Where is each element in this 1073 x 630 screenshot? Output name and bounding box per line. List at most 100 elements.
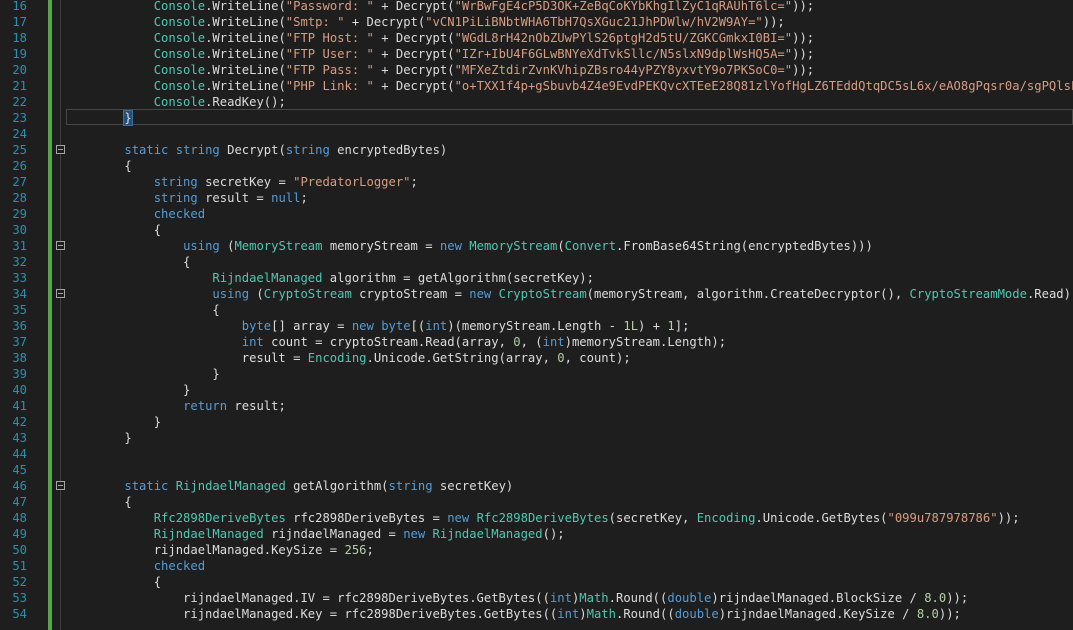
code-line[interactable]: 32 { — [0, 254, 1073, 270]
code-line[interactable]: 43 } — [0, 430, 1073, 446]
code-line[interactable]: 19 Console.WriteLine("FTP User: " + Decr… — [0, 46, 1073, 62]
code-text[interactable]: } — [95, 414, 161, 430]
code-text[interactable]: RijndaelManaged algorithm = getAlgorithm… — [95, 270, 594, 286]
code-text[interactable]: checked — [95, 206, 205, 222]
code-text[interactable]: Console.ReadKey(); — [95, 94, 286, 110]
code-text[interactable]: { — [95, 302, 220, 318]
code-line[interactable]: 31 using (MemoryStream memoryStream = ne… — [0, 238, 1073, 254]
code-text[interactable]: rijndaelManaged.KeySize = 256; — [95, 542, 374, 558]
code-line[interactable]: 52 { — [0, 574, 1073, 590]
code-editor[interactable]: 16 Console.WriteLine("Password: " + Decr… — [0, 0, 1073, 630]
code-token: RijndaelManaged — [175, 479, 286, 493]
code-line[interactable]: 28 string result = null; — [0, 190, 1073, 206]
code-line[interactable]: 41 return result; — [0, 398, 1073, 414]
code-line[interactable]: 46 static RijndaelManaged getAlgorithm(s… — [0, 478, 1073, 494]
code-line[interactable]: 29 checked — [0, 206, 1073, 222]
collapse-icon[interactable] — [56, 241, 65, 250]
line-number: 33 — [12, 271, 27, 285]
code-line[interactable]: 39 } — [0, 366, 1073, 382]
line-number: 52 — [12, 575, 27, 589]
code-line[interactable]: 53 rijndaelManaged.IV = rfc2898DeriveByt… — [0, 590, 1073, 606]
code-text[interactable]: string result = null; — [95, 190, 308, 206]
code-line[interactable]: 18 Console.WriteLine("FTP Host: " + Decr… — [0, 30, 1073, 46]
code-text[interactable]: Console.WriteLine("FTP Pass: " + Decrypt… — [95, 62, 814, 78]
code-line[interactable]: 38 result = Encoding.Unicode.GetString(a… — [0, 350, 1073, 366]
code-line[interactable]: 27 string secretKey = "PredatorLogger"; — [0, 174, 1073, 190]
code-token: MemoryStream — [234, 239, 323, 253]
code-text[interactable]: string secretKey = "PredatorLogger"; — [95, 174, 418, 190]
code-line[interactable]: 49 RijndaelManaged rijndaelManaged = new… — [0, 526, 1073, 542]
code-text[interactable]: RijndaelManaged rijndaelManaged = new Ri… — [95, 526, 565, 542]
code-line[interactable]: 23 } — [0, 109, 1073, 126]
code-text[interactable]: using (CryptoStream cryptoStream = new C… — [95, 286, 1073, 302]
code-line[interactable]: 16 Console.WriteLine("Password: " + Decr… — [0, 0, 1073, 14]
code-text[interactable]: Console.WriteLine("Smtp: " + Decrypt("vC… — [95, 14, 785, 30]
code-token: + Decrypt( — [344, 15, 426, 29]
code-text[interactable]: } — [95, 382, 190, 398]
collapse-icon[interactable] — [56, 289, 65, 298]
code-line[interactable]: 44 — [0, 446, 1073, 462]
code-line[interactable]: 37 int count = cryptoStream.Read(array, … — [0, 334, 1073, 350]
code-line[interactable]: 17 Console.WriteLine("Smtp: " + Decrypt(… — [0, 14, 1073, 30]
code-line[interactable]: 40 } — [0, 382, 1073, 398]
code-text[interactable]: int count = cryptoStream.Read(array, 0, … — [95, 334, 726, 350]
code-text[interactable]: } — [95, 110, 133, 126]
code-text[interactable]: { — [95, 494, 131, 510]
code-token: + Decrypt( — [373, 63, 455, 77]
code-text[interactable]: Console.WriteLine("FTP Host: " + Decrypt… — [95, 30, 814, 46]
code-token: secretKey) — [432, 479, 514, 493]
code-text[interactable]: rijndaelManaged.Key = rfc2898DeriveBytes… — [95, 606, 961, 622]
code-token: Console — [153, 47, 206, 61]
code-line[interactable]: 20 Console.WriteLine("FTP Pass: " + Decr… — [0, 62, 1073, 78]
code-line[interactable]: 50 rijndaelManaged.KeySize = 256; — [0, 542, 1073, 558]
code-line[interactable]: 25 static string Decrypt(string encrypte… — [0, 142, 1073, 158]
code-line[interactable]: 22 Console.ReadKey(); — [0, 94, 1073, 110]
code-text[interactable]: Console.WriteLine("PHP Link: " + Decrypt… — [95, 78, 1073, 94]
code-text[interactable]: return result; — [95, 398, 286, 414]
line-number: 17 — [12, 15, 27, 29]
code-text[interactable]: byte[] array = new byte[(int)(memoryStre… — [95, 318, 690, 334]
code-line[interactable]: 34 using (CryptoStream cryptoStream = ne… — [0, 286, 1073, 302]
code-token: [( — [410, 319, 426, 333]
code-line[interactable]: 36 byte[] array = new byte[(int)(memoryS… — [0, 318, 1073, 334]
code-text[interactable]: } — [95, 366, 219, 382]
code-line[interactable]: 24 — [0, 126, 1073, 142]
code-line[interactable]: 45 — [0, 462, 1073, 478]
code-text[interactable]: using (MemoryStream memoryStream = new M… — [95, 238, 873, 254]
code-line[interactable]: 21 Console.WriteLine("PHP Link: " + Decr… — [0, 78, 1073, 94]
code-token: count = cryptoStream.Read(array, — [263, 335, 514, 349]
code-text[interactable]: Console.WriteLine("Password: " + Decrypt… — [95, 0, 814, 14]
code-text[interactable]: static string Decrypt(string encryptedBy… — [95, 142, 447, 158]
code-line[interactable]: 42 } — [0, 414, 1073, 430]
code-token: 0 — [557, 351, 565, 365]
collapse-icon[interactable] — [56, 145, 65, 154]
code-line[interactable]: 48 Rfc2898DeriveBytes rfc2898DeriveBytes… — [0, 510, 1073, 526]
code-text[interactable]: } — [95, 430, 131, 446]
line-number: 50 — [12, 543, 27, 557]
code-text[interactable]: { — [95, 222, 161, 238]
code-token: "FTP Host: " — [285, 31, 374, 45]
code-line[interactable]: 33 RijndaelManaged algorithm = getAlgori… — [0, 270, 1073, 286]
code-line[interactable]: 47 { — [0, 494, 1073, 510]
code-text[interactable]: static RijndaelManaged getAlgorithm(stri… — [95, 478, 513, 494]
code-text[interactable]: { — [95, 574, 161, 590]
code-line[interactable]: 35 { — [0, 302, 1073, 318]
code-token: { — [95, 303, 220, 317]
code-text[interactable]: { — [95, 254, 190, 270]
code-text[interactable]: rijndaelManaged.IV = rfc2898DeriveBytes.… — [95, 590, 968, 606]
code-token: Console — [153, 95, 206, 109]
code-line[interactable]: 30 { — [0, 222, 1073, 238]
collapse-icon[interactable] — [56, 481, 65, 490]
code-text[interactable]: { — [95, 158, 131, 174]
code-line[interactable]: 26 { — [0, 158, 1073, 174]
code-line[interactable]: 51 checked — [0, 558, 1073, 574]
code-token: checked — [153, 559, 206, 573]
code-text[interactable]: result = Encoding.Unicode.GetString(arra… — [95, 350, 631, 366]
code-line[interactable]: 54 rijndaelManaged.Key = rfc2898DeriveBy… — [0, 606, 1073, 622]
code-text[interactable]: Rfc2898DeriveBytes rfc2898DeriveBytes = … — [95, 510, 1020, 526]
code-text[interactable]: Console.WriteLine("FTP User: " + Decrypt… — [95, 46, 814, 62]
code-text[interactable]: checked — [95, 558, 205, 574]
